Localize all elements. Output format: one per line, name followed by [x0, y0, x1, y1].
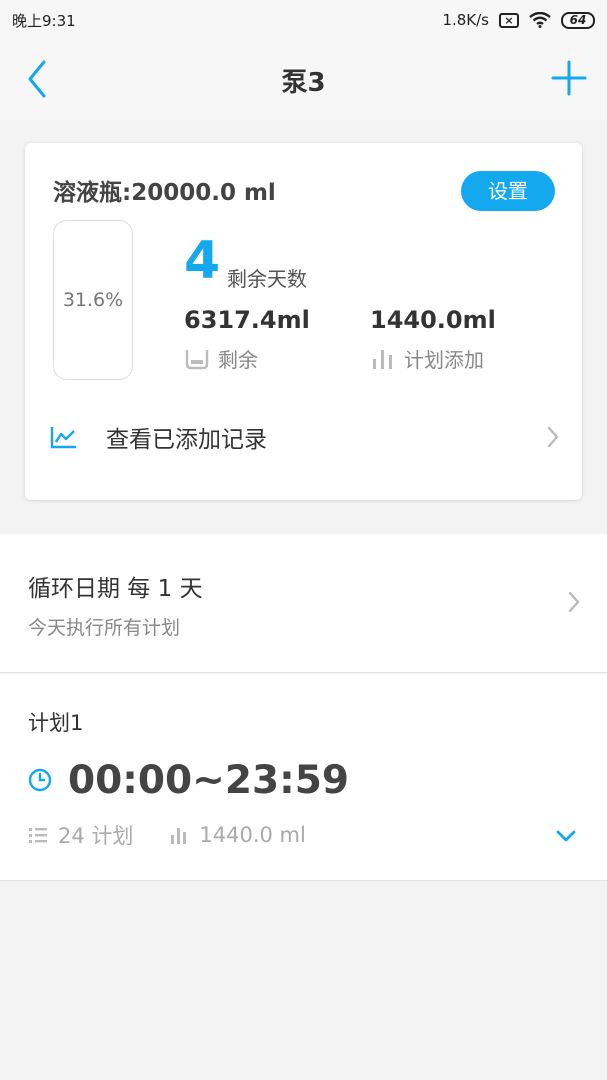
remaining-days-value: 4: [184, 231, 221, 291]
planned-volume-value: 1440.0ml: [370, 306, 496, 334]
chevron-right-icon: [568, 591, 580, 613]
plan-amount-label: 1440.0 ml: [199, 823, 306, 847]
cycle-subtitle: 今天执行所有计划: [28, 617, 181, 639]
bottle-fill-percent: 31.6%: [62, 289, 124, 311]
clock-icon: [28, 768, 52, 792]
list-icon: [29, 828, 47, 843]
plan-time-range: 00:00~23:59: [68, 758, 349, 803]
cycle-settings-row[interactable]: 循环日期 每 1 天 今天执行所有计划: [0, 534, 607, 673]
bar-chart-icon: [171, 828, 187, 844]
status-bar: 晚上9:31 1.8K/s × 64: [0, 0, 607, 40]
remaining-volume-label-row: 剩余: [184, 344, 258, 373]
sim-off-icon: ×: [499, 12, 519, 28]
chevron-down-icon[interactable]: [555, 829, 577, 843]
chevron-right-icon: [547, 426, 559, 448]
planned-volume-label: 计划添加: [404, 348, 484, 372]
bottle-fill-gauge: 31.6%: [53, 220, 133, 380]
remaining-volume-label: 剩余: [218, 348, 258, 372]
plan-amount: 1440.0 ml: [169, 823, 306, 847]
cycle-title: 循环日期 每 1 天: [28, 576, 203, 602]
wifi-icon: [529, 12, 551, 28]
settings-button[interactable]: 设置: [461, 171, 555, 211]
plan-count-label: 24 计划: [58, 824, 134, 848]
bottle-capacity-title: 溶液瓶:20000.0 ml: [53, 180, 276, 206]
plus-icon[interactable]: [551, 60, 587, 96]
line-chart-icon: [50, 427, 76, 449]
view-records-row[interactable]: 查看已添加记录: [50, 415, 560, 459]
page-title: 泵3: [281, 67, 326, 98]
view-records-label: 查看已添加记录: [106, 427, 267, 453]
plan-item[interactable]: 计划1 00:00~23:59 24 计划 1440.0 ml: [0, 674, 607, 881]
network-speed: 1.8K/s: [442, 11, 489, 29]
remaining-days-label: 剩余天数: [227, 267, 307, 291]
bottle-card: 溶液瓶:20000.0 ml 设置 31.6% 4 剩余天数 6317.4ml …: [25, 143, 582, 500]
remaining-volume-value: 6317.4ml: [184, 306, 310, 334]
bar-chart-icon: [373, 349, 392, 369]
battery-icon: 64: [561, 11, 595, 29]
plan-name: 计划1: [28, 711, 84, 735]
plan-count: 24 计划: [28, 820, 133, 850]
status-time: 晚上9:31: [12, 11, 76, 30]
beaker-icon: [185, 349, 209, 369]
chevron-left-icon[interactable]: [22, 58, 54, 100]
planned-volume-label-row: 计划添加: [370, 344, 484, 373]
status-indicators: 1.8K/s × 64: [442, 11, 595, 29]
plan-meta: 24 计划 1440.0 ml: [28, 820, 342, 850]
nav-bar: 泵3: [0, 40, 607, 120]
